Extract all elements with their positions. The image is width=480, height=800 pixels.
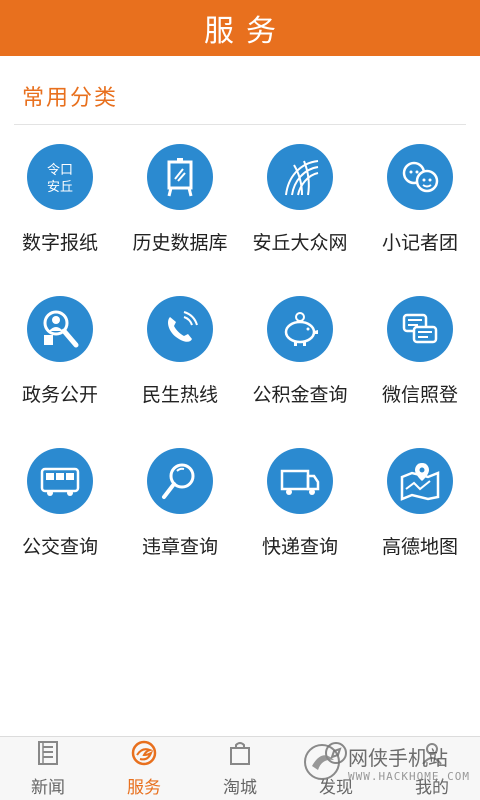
magnifier-person-icon xyxy=(27,296,93,362)
tile-label: 公交查询 xyxy=(21,536,98,558)
tab-label: 服务 xyxy=(127,778,161,798)
tile-label: 高德地图 xyxy=(381,536,458,558)
tile-label: 公积金查询 xyxy=(252,384,348,406)
tile-young-reporters[interactable]: 小记者团 xyxy=(360,140,480,292)
tile-digital-newspaper[interactable]: 令口 安丘 数字报纸 xyxy=(0,140,120,292)
kids-icon xyxy=(387,144,453,210)
tile-label: 政务公开 xyxy=(21,384,98,406)
tab-label: 发现 xyxy=(319,778,353,798)
tile-amap[interactable]: 高德地图 xyxy=(360,444,480,596)
shopping-bag-icon xyxy=(226,739,254,771)
tile-label: 快递查询 xyxy=(261,536,338,558)
tile-history-database[interactable]: 历史数据库 xyxy=(120,140,240,292)
tile-label: 数字报纸 xyxy=(21,232,98,254)
chat-bubbles-icon xyxy=(387,296,453,362)
tile-bus-query[interactable]: 公交查询 xyxy=(0,444,120,596)
tile-express-query[interactable]: 快递查询 xyxy=(240,444,360,596)
tile-label: 民生热线 xyxy=(141,384,218,406)
svg-text:安丘: 安丘 xyxy=(47,180,73,195)
header-bar: 服务 xyxy=(0,0,480,56)
page-title: 服务 xyxy=(204,14,288,49)
globe-icon xyxy=(267,144,333,210)
bus-icon xyxy=(27,448,93,514)
section-title: 常用分类 xyxy=(22,86,119,111)
tab-discover[interactable]: 发现 xyxy=(288,737,384,800)
tile-hotline[interactable]: 民生热线 xyxy=(120,292,240,444)
search-icon xyxy=(147,448,213,514)
section-divider xyxy=(14,124,466,125)
phone-icon xyxy=(147,296,213,362)
tab-shop[interactable]: 淘城 xyxy=(192,737,288,800)
service-grid: 令口 安丘 数字报纸 历史数据库 安丘大众网 小记者团 政务公开 民生热线 公积… xyxy=(0,140,480,596)
tab-label: 新闻 xyxy=(31,778,65,798)
bottom-tab-bar: 新闻 服务 淘城 发现 我的 xyxy=(0,736,480,800)
tab-label: 我的 xyxy=(415,778,449,798)
tile-label: 微信照登 xyxy=(381,384,458,406)
tab-service[interactable]: 服务 xyxy=(96,737,192,800)
tile-label: 违章查询 xyxy=(141,536,218,558)
tile-label: 小记者团 xyxy=(381,232,458,254)
user-icon xyxy=(418,739,446,771)
newspaper-tab-icon xyxy=(34,739,62,771)
svg-text:令口: 令口 xyxy=(47,163,73,178)
truck-icon xyxy=(267,448,333,514)
tile-label: 历史数据库 xyxy=(132,232,228,254)
tile-housing-fund[interactable]: 公积金查询 xyxy=(240,292,360,444)
map-pin-icon xyxy=(387,448,453,514)
newspaper-icon: 令口 安丘 xyxy=(27,144,93,210)
discover-icon xyxy=(322,739,350,771)
easel-icon xyxy=(147,144,213,210)
service-tab-icon xyxy=(130,739,158,771)
tab-news[interactable]: 新闻 xyxy=(0,737,96,800)
tile-label: 安丘大众网 xyxy=(252,232,348,254)
tile-government-affairs[interactable]: 政务公开 xyxy=(0,292,120,444)
tile-wechat-photo[interactable]: 微信照登 xyxy=(360,292,480,444)
piggy-bank-icon xyxy=(267,296,333,362)
tile-violation-query[interactable]: 违章查询 xyxy=(120,444,240,596)
tile-anqiu-dazhong[interactable]: 安丘大众网 xyxy=(240,140,360,292)
tab-mine[interactable]: 我的 xyxy=(384,737,480,800)
tab-label: 淘城 xyxy=(223,778,257,798)
